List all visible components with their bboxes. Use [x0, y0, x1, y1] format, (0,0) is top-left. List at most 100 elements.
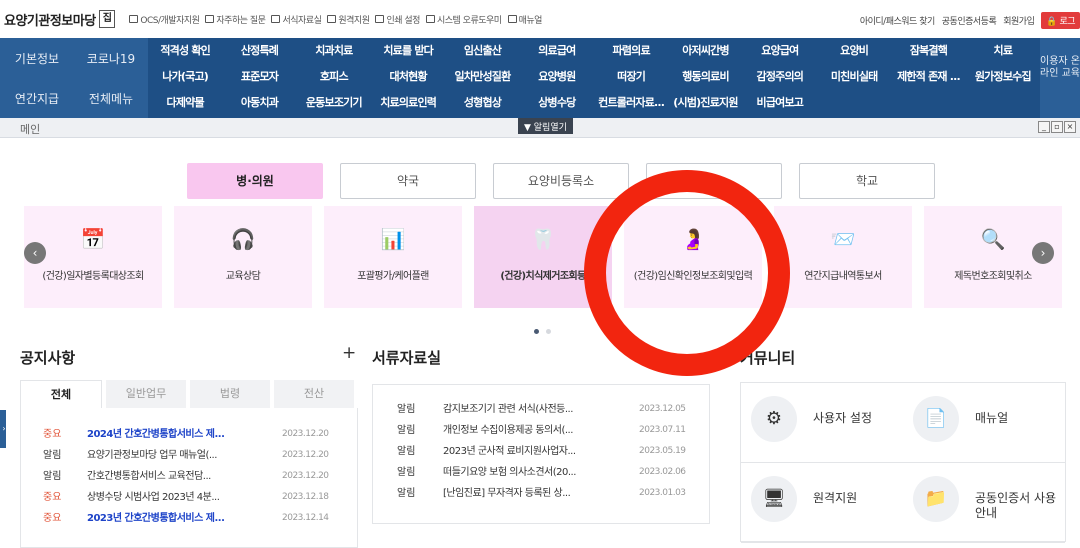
notice-row[interactable]: 중요 2024년 간호간병통합서비스 제... 2023.12.20 — [21, 424, 357, 445]
util-forms[interactable]: 서식자료실 — [271, 13, 322, 26]
carousel-dot-2[interactable] — [546, 329, 551, 334]
community-item[interactable]: 📄 매뉴얼 — [903, 383, 1065, 463]
menu-item[interactable]: 감정주의의 — [743, 64, 817, 90]
alert-open-tab[interactable]: ▼ 알림열기 — [518, 118, 573, 134]
menu-item[interactable]: 요양급여 — [743, 38, 817, 64]
menu-item[interactable]: 산정특례 — [222, 38, 296, 64]
tab-pharmacy[interactable]: 약국 — [340, 163, 476, 199]
util-ocs[interactable]: OCS/개발자지원 — [129, 13, 200, 26]
carousel-next-button[interactable]: › — [1032, 242, 1054, 264]
doc-text[interactable]: [난임진료] 무자격자 등록된 상... — [443, 483, 639, 504]
menu-item[interactable]: 임신출산 — [445, 38, 519, 64]
menu-item[interactable]: 호피스 — [297, 64, 371, 90]
tab-clinic[interactable]: 병·의원 — [187, 163, 323, 199]
carousel-dot-1[interactable] — [534, 329, 539, 334]
community-item[interactable]: 📁 공동인증서 사용안내 — [903, 463, 1065, 543]
menu-item[interactable]: 다제약물 — [148, 90, 222, 116]
tab-school[interactable]: 학교 — [799, 163, 935, 199]
util-remote[interactable]: 원격지원 — [327, 13, 370, 26]
community-item[interactable]: ⚙ 사용자 설정 — [741, 383, 903, 463]
service-card[interactable]: 🎧 교육상담 — [174, 206, 312, 308]
menu-item[interactable]: 표준모자 — [222, 64, 296, 90]
doc-row[interactable]: 알림 떠들기요양 보험 의사소견서(20... 2023.02.06 — [373, 462, 709, 483]
notice-row[interactable]: 알림 간호간병통합서비스 교육전담... 2023.12.20 — [21, 466, 357, 487]
notice-row[interactable]: 중요 2023년 간호간병통합서비스 제... 2023.12.14 — [21, 508, 357, 529]
menu-item[interactable]: 치료의료인력 — [371, 90, 445, 116]
menu-item[interactable]: 나가(국고) — [148, 64, 222, 90]
restore-button[interactable]: ▫ — [1051, 121, 1063, 133]
logout-button[interactable]: 🔒 로그 — [1041, 12, 1080, 29]
menu-item[interactable]: 파렴의료 — [594, 38, 668, 64]
menu-item[interactable]: 비급여보고 — [743, 90, 817, 116]
service-card[interactable]: 🦷 (건강)치식제거조회등 — [474, 206, 612, 308]
menu-item[interactable]: 상병수당 — [520, 90, 594, 116]
menu-item[interactable]: 떠장기 — [594, 64, 668, 90]
menu-item[interactable]: 잠복결핵 — [891, 38, 965, 64]
menu-item[interactable]: 제한적 존재 ... — [891, 64, 965, 90]
notice-tab-all[interactable]: 전체 — [20, 380, 102, 408]
notice-text[interactable]: 간호간병통합서비스 교육전담... — [87, 466, 282, 487]
menu-item[interactable]: 성형협상 — [445, 90, 519, 116]
menu-item[interactable]: 적격성 확인 — [148, 38, 222, 64]
find-id-link[interactable]: 아이디/패스워드 찾기 — [860, 14, 935, 27]
menu-item[interactable]: 치료를 받다 — [371, 38, 445, 64]
service-card[interactable]: 📊 포괄평가/케어플랜 — [324, 206, 462, 308]
menu-item[interactable]: 미친비실태 — [817, 64, 891, 90]
notice-more-icon[interactable]: + — [342, 343, 356, 363]
doc-text[interactable]: 2023년 군사적 료비지원사업자... — [443, 441, 639, 462]
notice-tab-law[interactable]: 법령 — [190, 380, 270, 408]
service-card[interactable]: 🤰 (건강)임신확인정보조회및입력 — [624, 206, 762, 308]
community-item[interactable]: 🖥 원격지원 — [741, 463, 903, 543]
minimize-button[interactable]: _ — [1038, 121, 1050, 133]
signup-link[interactable]: 회원가입 — [1003, 14, 1035, 27]
util-manual[interactable]: 매뉴얼 — [507, 13, 542, 26]
menu-item[interactable]: 일차만성질환 — [445, 64, 519, 90]
search-monitor-icon: 🔍 — [980, 227, 1006, 251]
home-button[interactable]: 집 — [98, 10, 116, 28]
close-button[interactable]: × — [1064, 121, 1076, 133]
notice-tab-general[interactable]: 일반업무 — [106, 380, 186, 408]
tab-care-registry[interactable]: 요양비등록소 — [493, 163, 629, 199]
doc-row[interactable]: 알림 개인정보 수집이용제공 동의서(... 2023.07.11 — [373, 420, 709, 441]
menu-basic-info[interactable]: 기본정보 — [0, 50, 74, 67]
tab-hidden[interactable] — [646, 163, 782, 199]
service-card[interactable]: 📨 연간지급내역통보서 — [774, 206, 912, 308]
doc-row[interactable]: 알림 2023년 군사적 료비지원사업자... 2023.05.19 — [373, 441, 709, 462]
util-faq[interactable]: 자주하는 질문 — [205, 13, 266, 26]
site-brand[interactable]: 요양기관정보마당 집 — [4, 10, 116, 29]
util-print[interactable]: 인쇄 설정 — [375, 13, 420, 26]
notice-row[interactable]: 중요 상병수당 시범사업 2023년 4분... 2023.12.18 — [21, 487, 357, 508]
menu-item[interactable]: 치료 — [966, 38, 1040, 64]
menu-item[interactable]: 요양병원 — [520, 64, 594, 90]
menu-item[interactable]: 컨트롤러자료... — [594, 90, 668, 116]
menu-item[interactable]: 의료급여 — [520, 38, 594, 64]
menu-annual-payment[interactable]: 연간지급 — [0, 90, 74, 107]
doc-text[interactable]: 감지보조기기 관련 서식(사전등... — [443, 399, 639, 420]
notice-row[interactable]: 알림 요양기관정보마당 업무 매뉴얼(... 2023.12.20 — [21, 445, 357, 466]
notice-text[interactable]: 요양기관정보마당 업무 매뉴얼(... — [87, 445, 282, 466]
notice-text[interactable]: 2023년 간호간병통합서비스 제... — [87, 508, 282, 529]
menu-item[interactable]: 대처현황 — [371, 64, 445, 90]
menu-item[interactable]: 행동의료비 — [668, 64, 742, 90]
menu-item[interactable]: 치과치료 — [297, 38, 371, 64]
doc-text[interactable]: 떠들기요양 보험 의사소견서(20... — [443, 462, 639, 483]
notice-text[interactable]: 2024년 간호간병통합서비스 제... — [87, 424, 282, 445]
util-error-help[interactable]: 시스템 오류도우미 — [425, 13, 502, 26]
doc-row[interactable]: 알림 감지보조기기 관련 서식(사전등... 2023.12.05 — [373, 399, 709, 420]
notice-tab-it[interactable]: 전산 — [274, 380, 354, 408]
notice-text[interactable]: 상병수당 시범사업 2023년 4분... — [87, 487, 282, 508]
menu-item[interactable]: 아저씨간병 — [668, 38, 742, 64]
menu-covid19[interactable]: 코로나19 — [74, 50, 148, 67]
menu-item[interactable]: 요양비 — [817, 38, 891, 64]
menu-item[interactable]: 원가정보수집 — [966, 64, 1040, 90]
online-education-link[interactable]: 이용자 온라인 교육 — [1040, 38, 1080, 118]
cert-register-link[interactable]: 공동인증서등록 — [942, 14, 997, 27]
doc-row[interactable]: 알림 [난임진료] 무자격자 등록된 상... 2023.01.03 — [373, 483, 709, 504]
menu-all[interactable]: 전체메뉴 — [74, 90, 148, 107]
menu-item[interactable]: (시범)진료지원 — [668, 90, 742, 116]
notice-tabs: 전체 일반업무 법령 전산 — [20, 380, 358, 408]
menu-item[interactable]: 아동치과 — [222, 90, 296, 116]
doc-text[interactable]: 개인정보 수집이용제공 동의서(... — [443, 420, 639, 441]
carousel-prev-button[interactable]: ‹ — [24, 242, 46, 264]
menu-item[interactable]: 운동보조기기 — [297, 90, 371, 116]
